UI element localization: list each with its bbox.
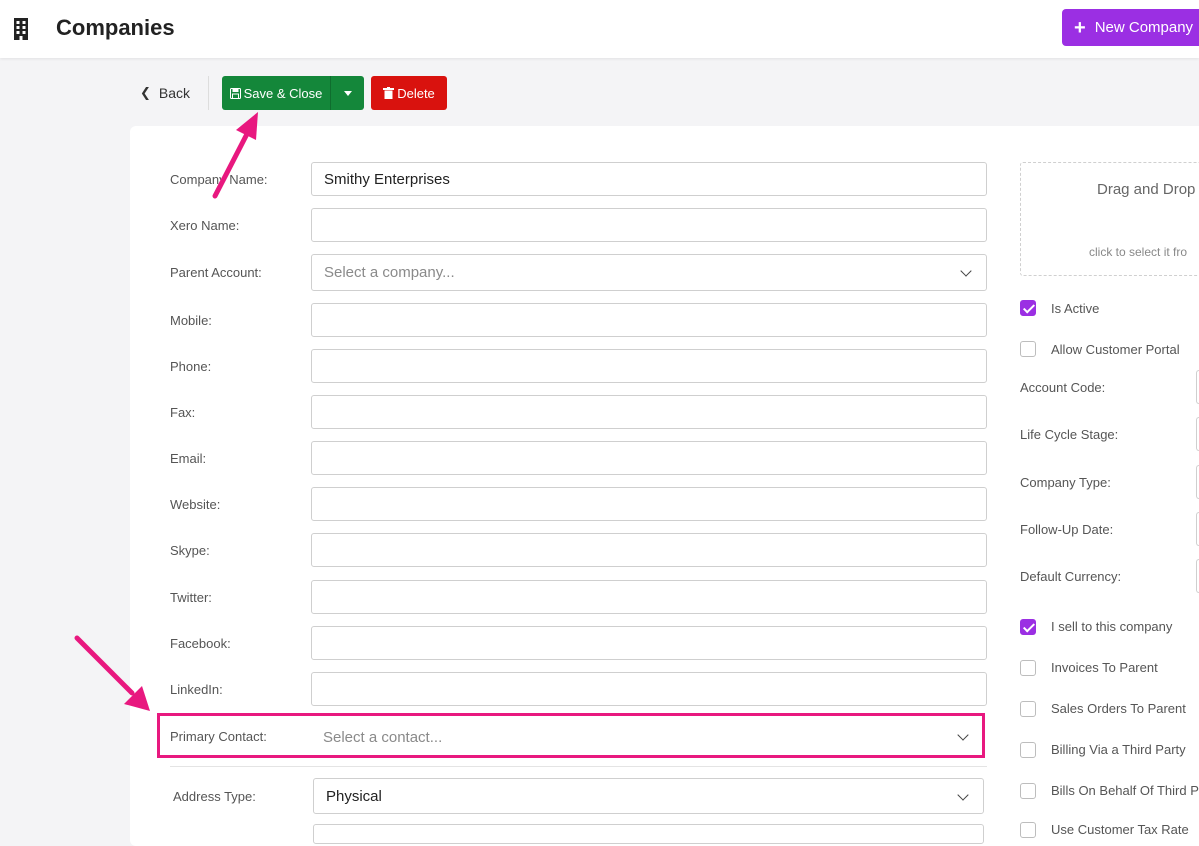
sell-to-checkbox[interactable] <box>1020 619 1036 635</box>
bills-behalf-checkbox[interactable] <box>1020 783 1036 799</box>
save-options-dropdown[interactable] <box>330 76 364 110</box>
caret-down-icon <box>343 90 352 96</box>
life-cycle-label: Life Cycle Stage: <box>1020 427 1119 442</box>
sell-to-label: I sell to this company <box>1051 619 1173 634</box>
plus-icon: + <box>1074 16 1086 39</box>
linkedin-label: LinkedIn: <box>170 682 223 697</box>
new-company-label: New Company <box>1094 19 1194 36</box>
company-type-label: Company Type: <box>1020 475 1111 490</box>
email-input[interactable] <box>311 441 987 475</box>
company-name-label: Company Name: <box>170 172 268 187</box>
facebook-label: Facebook: <box>170 636 231 651</box>
delete-label: Delete <box>397 85 435 101</box>
use-tax-rate-checkbox[interactable] <box>1020 822 1036 838</box>
new-company-button[interactable]: + New Company <box>1062 9 1199 46</box>
sales-orders-parent-label: Sales Orders To Parent <box>1051 701 1186 716</box>
back-label: Back <box>158 85 191 101</box>
billing-third-party-label: Billing Via a Third Party <box>1051 742 1186 757</box>
save-close-label: Save & Close <box>243 85 323 101</box>
mobile-input[interactable] <box>311 303 987 337</box>
address-type-label: Address Type: <box>173 789 256 804</box>
linkedin-input[interactable] <box>311 672 987 706</box>
trash-icon <box>383 87 395 99</box>
chevron-left-icon: ❮ <box>140 85 151 100</box>
fax-label: Fax: <box>170 405 196 420</box>
skype-label: Skype: <box>170 543 210 558</box>
twitter-input[interactable] <box>311 580 987 614</box>
address-type-value: Physical <box>326 787 382 805</box>
account-code-label: Account Code: <box>1020 380 1106 395</box>
allow-portal-checkbox[interactable] <box>1020 341 1036 357</box>
page-title: Companies <box>56 15 175 40</box>
parent-account-select[interactable]: Select a company... <box>311 254 987 291</box>
company-name-input[interactable]: Smithy Enterprises <box>311 162 987 196</box>
billing-third-party-checkbox[interactable] <box>1020 742 1036 758</box>
form-divider <box>170 766 987 767</box>
invoices-parent-label: Invoices To Parent <box>1051 660 1158 675</box>
parent-account-placeholder: Select a company... <box>324 264 455 281</box>
parent-account-label: Parent Account: <box>170 265 262 280</box>
chevron-down-icon <box>960 265 972 277</box>
fax-input[interactable] <box>311 395 987 429</box>
email-label: Email: <box>170 451 207 466</box>
chevron-down-icon <box>957 789 969 801</box>
dropzone-subtitle: click to select it fro <box>1089 245 1188 259</box>
follow-up-label: Follow-Up Date: <box>1020 522 1114 537</box>
toolbar-divider <box>208 76 209 110</box>
bills-behalf-label: Bills On Behalf Of Third Pa <box>1051 783 1199 798</box>
building-icon <box>14 18 28 40</box>
address-type-select[interactable]: Physical <box>313 778 984 814</box>
xero-name-label: Xero Name: <box>170 218 240 233</box>
website-label: Website: <box>170 497 221 512</box>
phone-input[interactable] <box>311 349 987 383</box>
sales-orders-parent-checkbox[interactable] <box>1020 701 1036 717</box>
company-name-value: Smithy Enterprises <box>324 170 450 188</box>
twitter-label: Twitter: <box>170 590 212 605</box>
xero-name-input[interactable] <box>311 208 987 242</box>
is-active-checkbox[interactable] <box>1020 300 1036 316</box>
logo-dropzone[interactable]: Drag and Drop click to select it fro <box>1020 162 1199 276</box>
top-bar: Companies + New Company <box>0 0 1199 58</box>
next-field-input[interactable] <box>313 824 984 844</box>
delete-button[interactable]: Delete <box>371 76 447 110</box>
is-active-label: Is Active <box>1051 301 1100 316</box>
phone-label: Phone: <box>170 359 212 374</box>
annotation-highlight-box <box>157 713 985 758</box>
dropzone-title: Drag and Drop <box>1097 181 1196 198</box>
facebook-input[interactable] <box>311 626 987 660</box>
skype-input[interactable] <box>311 533 987 567</box>
save-close-button[interactable]: Save & Close <box>222 76 330 110</box>
floppy-icon <box>229 87 241 99</box>
website-input[interactable] <box>311 487 987 521</box>
currency-label: Default Currency: <box>1020 569 1122 584</box>
mobile-label: Mobile: <box>170 313 212 328</box>
back-button[interactable]: ❮ Back <box>140 76 190 110</box>
allow-portal-label: Allow Customer Portal <box>1051 342 1180 357</box>
invoices-parent-checkbox[interactable] <box>1020 660 1036 676</box>
